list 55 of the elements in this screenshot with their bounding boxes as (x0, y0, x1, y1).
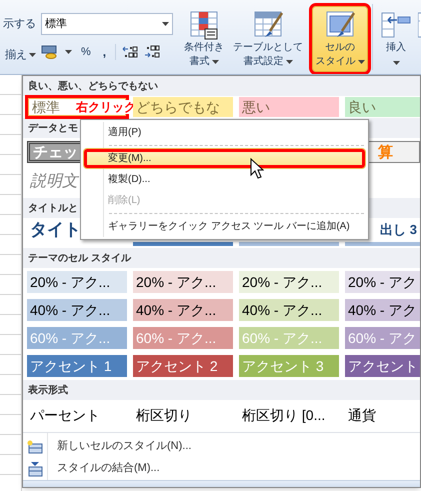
menu-item[interactable]: 変更(M)... (83, 148, 366, 169)
ribbon-button[interactable]: セルの スタイル (312, 6, 368, 72)
caret-icon (212, 60, 218, 64)
comma-button[interactable]: , (100, 43, 110, 61)
cell-style-swatch[interactable]: 20% - アク... (27, 271, 127, 293)
percent-button[interactable]: % (78, 44, 94, 60)
ribbon-label[interactable]: 示する (3, 17, 36, 31)
ribbon-button[interactable]: 挿入 (377, 6, 415, 72)
cell-style-swatch[interactable]: 桁区切り [0... (239, 404, 339, 426)
cell-style-swatch[interactable]: 説明文 (27, 170, 81, 194)
menu-item[interactable]: 複製(D)... (83, 169, 366, 190)
section-header: 表示形式 (28, 384, 68, 398)
cell-style-swatch[interactable]: 通貨 (345, 404, 420, 426)
increase-decimal-icon[interactable] (122, 45, 138, 59)
cell-style-swatch[interactable]: パーセント (27, 404, 127, 426)
cell-style-swatch[interactable]: アクセント 2 (133, 355, 233, 377)
cell-style-swatch[interactable]: タイト (27, 217, 84, 243)
caret-icon (29, 53, 36, 57)
caret-icon (358, 60, 364, 64)
decrease-decimal-icon[interactable] (144, 45, 160, 59)
cell-style-swatch[interactable]: 20% - アク... (133, 271, 233, 293)
ribbon-label[interactable]: 揃え (5, 48, 36, 62)
cell-style-swatch[interactable]: アクセント 1 (27, 355, 127, 377)
cell-style-swatch[interactable]: アクセント (345, 355, 420, 377)
cell-style-swatch[interactable]: 良い (345, 97, 420, 117)
cell-style-swatch[interactable]: 40% - アク (345, 299, 420, 321)
cell-style-swatch[interactable]: 40% - アク... (133, 299, 233, 321)
cell-style-swatch[interactable]: 40% - アク... (27, 299, 127, 321)
section-header: データとモ (28, 122, 78, 136)
caret-icon (392, 61, 400, 65)
cell-style-swatch[interactable]: 悪い (239, 97, 339, 117)
ribbon-button[interactable]: 条件付き 書式 (179, 6, 229, 72)
cell-style-swatch[interactable]: 20% - アク... (239, 271, 339, 293)
cell-style-swatch[interactable]: 20% - アク (345, 271, 420, 293)
number-format-dropdown[interactable]: 標準 (41, 13, 173, 35)
caret-icon (65, 50, 72, 54)
menu-item[interactable]: 新しいセルのスタイル(N)... (23, 436, 420, 458)
section-header: テーマのセル スタイル (28, 252, 131, 266)
mouse-cursor-icon (250, 158, 264, 180)
cell-style-swatch[interactable]: どちらでもな (133, 97, 233, 117)
menu-item[interactable]: ギャラリーをクイック アクセス ツール バーに追加(A) (83, 216, 366, 237)
ribbon-button[interactable]: テーブルとして 書式設定 (231, 6, 305, 72)
conditional-format-icon (188, 9, 220, 41)
section-header: 良い、悪い、どちらでもない (28, 79, 158, 94)
section-header: タイトルと (28, 202, 78, 216)
cell-style-swatch[interactable]: 40% - アク... (239, 299, 339, 321)
cell-style-swatch[interactable]: 出し 3 (380, 220, 420, 240)
cell-style-swatch[interactable]: 桁区切り (133, 404, 233, 426)
menu-item[interactable]: 適用(P) (83, 122, 366, 143)
merge-styles-icon (27, 460, 43, 477)
menu-item[interactable]: スタイルの結合(M)... (23, 458, 420, 480)
caret-icon (162, 22, 169, 26)
caret-icon (286, 60, 292, 64)
new-style-icon (27, 440, 43, 454)
currency-icon[interactable] (41, 44, 59, 60)
